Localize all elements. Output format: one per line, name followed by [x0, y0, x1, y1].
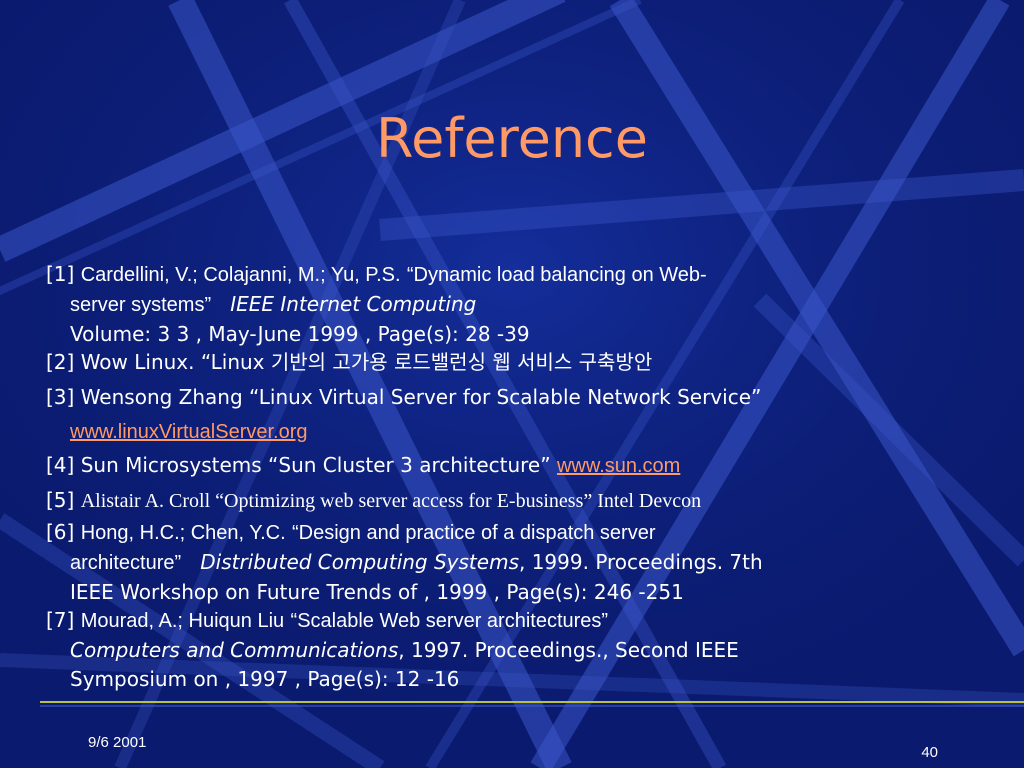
footer-date: 9/6 2001: [88, 734, 147, 751]
reference-number: [5]: [46, 488, 75, 512]
reference-title: “Sun Cluster 3 architecture”: [268, 453, 551, 477]
reference-7: [7] Mourad, A.; Huiqun Liu “Scalable Web…: [46, 606, 739, 694]
linuxvirtualserver-link[interactable]: www.linuxVirtualServer.org: [70, 421, 308, 443]
reference-title: “Design and practice of a dispatch serve…: [291, 522, 656, 544]
reference-journal: IEEE Internet Computing: [230, 292, 477, 316]
reference-title-continued: server systems”: [70, 294, 212, 316]
reference-4: [4] Sun Microsystems “Sun Cluster 3 arch…: [46, 451, 680, 481]
reference-details-continued: IEEE Workshop on Future Trends of , 1999…: [70, 580, 684, 604]
reference-number: [4]: [46, 453, 75, 477]
reference-journal: Computers and Communications: [70, 638, 399, 662]
reference-number: [2]: [46, 350, 75, 374]
reference-5: [5] Alistair A. Croll “Optimizing web se…: [46, 486, 701, 516]
slide: Reference [1] Cardellini, V.; Colajanni,…: [0, 0, 1024, 768]
reference-number: [6]: [46, 520, 75, 544]
reference-1: [1] Cardellini, V.; Colajanni, M.; Yu, P…: [46, 260, 707, 349]
reference-details: , 1999. Proceedings. 7th: [518, 550, 763, 574]
reference-title: “Linux 기반의 고가용 로드밸런싱 웹 서비스 구축방안: [200, 350, 653, 374]
reference-journal: Distributed Computing Systems: [200, 550, 519, 574]
reference-details-continued: Symposium on , 1997 , Page(s): 12 -16: [70, 667, 460, 691]
reference-authors: Sun Microsystems: [80, 453, 262, 477]
reference-number: [1]: [46, 262, 75, 286]
reference-title: “Dynamic load balancing on Web-: [406, 264, 707, 286]
reference-3: [3] Wensong Zhang “Linux Virtual Server …: [46, 383, 761, 447]
reference-title: “Linux Virtual Server for Scalable Netwo…: [249, 385, 762, 409]
sun-link[interactable]: www.sun.com: [557, 455, 680, 477]
reference-authors: Cardellini, V.; Colajanni, M.; Yu, P.S.: [80, 264, 401, 286]
reference-title-continued: architecture”: [70, 552, 182, 574]
reference-2: [2] Wow Linux. “Linux 기반의 고가용 로드밸런싱 웹 서비…: [46, 348, 652, 377]
reference-authors: Wensong Zhang: [80, 385, 243, 409]
reference-title: “Scalable Web server architectures”: [290, 610, 609, 632]
reference-details: Volume: 3 3 , May-June 1999 , Page(s): 2…: [70, 322, 530, 346]
reference-authors: Mourad, A.; Huiqun Liu: [80, 610, 285, 632]
reference-6: [6] Hong, H.C.; Chen, Y.C. “Design and p…: [46, 518, 763, 607]
slide-title: Reference: [376, 107, 648, 170]
reference-number: [7]: [46, 608, 75, 632]
reference-authors: Hong, H.C.; Chen, Y.C.: [80, 522, 286, 544]
slide-number: 40: [921, 744, 938, 761]
reference-details: , 1997. Proceedings., Second IEEE: [398, 638, 739, 662]
reference-authors: Wow Linux.: [80, 350, 195, 374]
reference-number: [3]: [46, 385, 75, 409]
reference-text: Alistair A. Croll “Optimizing web server…: [80, 490, 702, 512]
